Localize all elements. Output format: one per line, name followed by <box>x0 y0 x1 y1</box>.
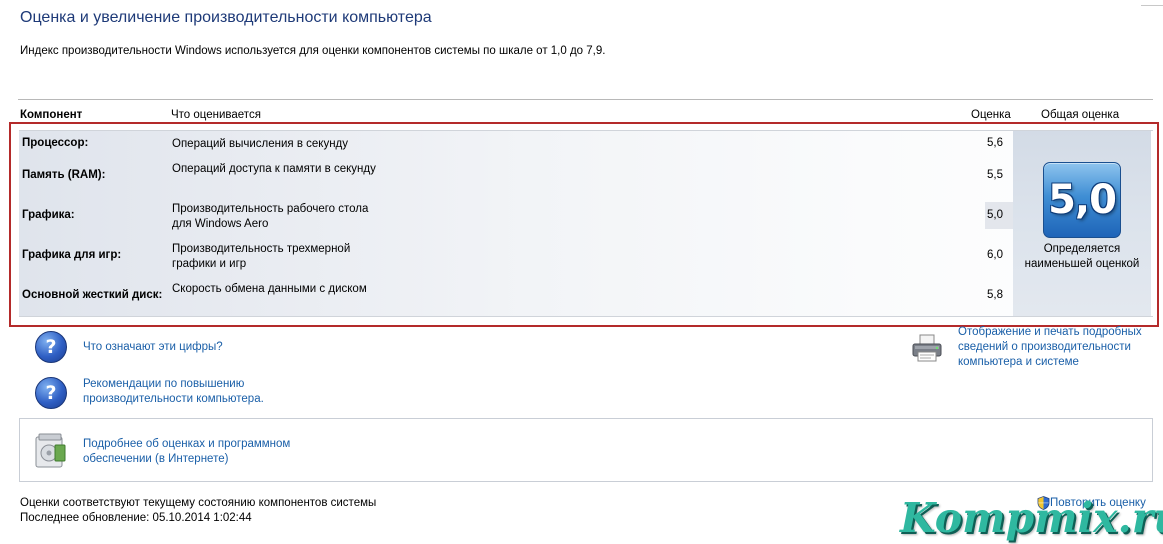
divider <box>18 99 1153 100</box>
intro-text: Индекс производительности Windows исполь… <box>20 45 606 57</box>
column-header-what: Что оценивается <box>171 109 261 121</box>
window-corner-edge <box>1141 0 1163 6</box>
column-header-score: Оценка <box>971 109 1011 121</box>
more-info-online-link[interactable]: Подробнее об оценках и программном обесп… <box>83 437 343 467</box>
column-header-component: Компонент <box>20 109 83 121</box>
footer-status: Оценки соответствуют текущему состоянию … <box>20 496 376 526</box>
status-text: Оценки соответствуют текущему состоянию … <box>20 497 377 509</box>
last-update-text: Последнее обновление: 05.10.2014 1:02:44 <box>20 512 252 524</box>
highlight-frame <box>9 122 1159 327</box>
page-title: Оценка и увеличение производительности к… <box>20 9 432 26</box>
print-details-link[interactable]: Отображение и печать подробных сведений … <box>958 325 1158 370</box>
software-info-icon[interactable] <box>30 431 70 471</box>
what-numbers-mean-link[interactable]: Что означают эти цифры? <box>83 340 223 355</box>
printer-icon[interactable] <box>911 333 943 363</box>
column-header-total: Общая оценка <box>1041 109 1120 121</box>
recommendations-link[interactable]: Рекомендации по повышению производительн… <box>83 377 293 407</box>
site-watermark: Kompmix.ru <box>900 494 1163 542</box>
help-question-icon[interactable]: ? <box>35 377 67 409</box>
help-question-icon[interactable]: ? <box>35 331 67 363</box>
